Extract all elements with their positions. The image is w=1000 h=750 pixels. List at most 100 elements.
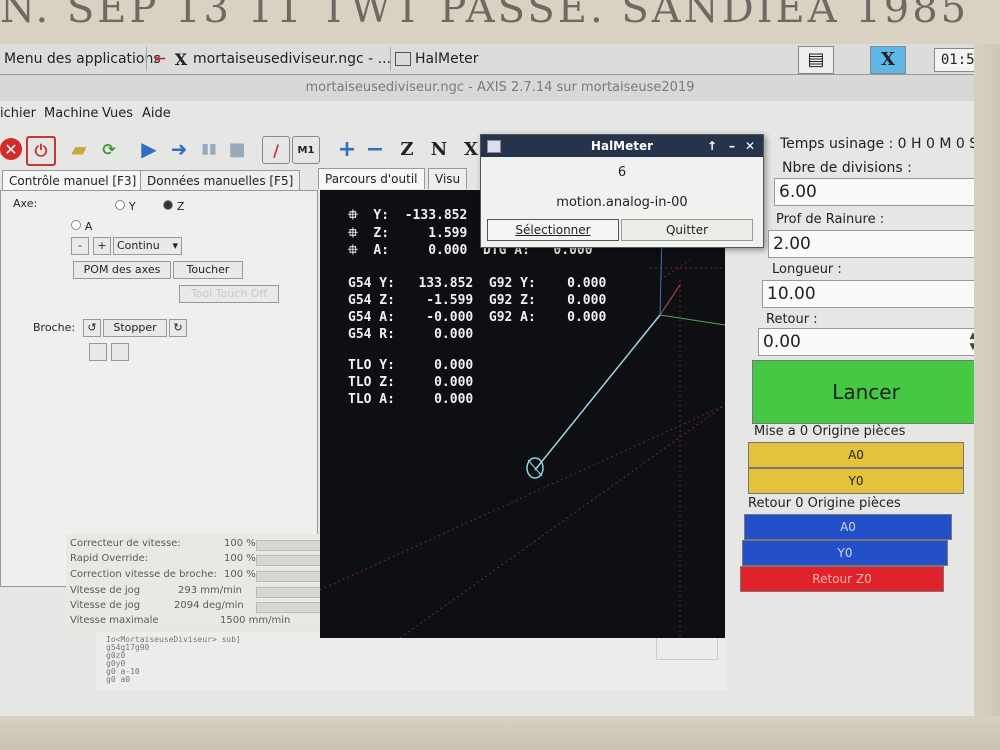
jog-plus-button[interactable]: + bbox=[93, 237, 111, 255]
window-icon bbox=[395, 52, 411, 66]
power-icon[interactable]: ⏻ bbox=[26, 136, 56, 166]
zoom-out-icon[interactable]: − bbox=[362, 136, 388, 162]
halmeter-titlebar[interactable]: HalMeter ↑ – ✕ bbox=[481, 135, 763, 157]
tab-mdi[interactable]: Données manuelles [F5] bbox=[140, 170, 301, 191]
printer-icon[interactable]: ▤ bbox=[798, 46, 834, 74]
jog-mode-value: Continu bbox=[117, 239, 160, 252]
length-spinbox[interactable]: 10.00▲▼ bbox=[762, 280, 992, 308]
tab-toolpath[interactable]: Parcours d'outil bbox=[318, 168, 425, 189]
machining-time: Temps usinage : 0 H 0 M 0 S bbox=[780, 136, 979, 152]
toolpath-canvas[interactable]: ⯐ Y: -133.852 ⯐ Z: 1.599 ⯐ A: 0.000 DTG … bbox=[320, 190, 725, 638]
view-rotated-z-icon[interactable]: N bbox=[426, 136, 452, 162]
quit-button[interactable]: Quitter bbox=[621, 219, 753, 241]
window-title: mortaiseusediviseur.ngc - AXIS 2.7.14 su… bbox=[0, 75, 1000, 101]
override-value: 100 % bbox=[224, 553, 256, 564]
radio-axis-a[interactable]: A bbox=[71, 219, 92, 233]
exit-icon: ⇤ bbox=[154, 51, 166, 67]
groove-depth-spinbox[interactable]: 2.00▲▼ bbox=[768, 230, 998, 258]
dro-g54-y: G54 Y: 133.852 G92 Y: 0.000 bbox=[348, 276, 607, 291]
zero-y-button[interactable]: Y0 bbox=[748, 468, 964, 494]
console-input[interactable] bbox=[656, 636, 718, 660]
optional-stop-icon[interactable]: M1 bbox=[292, 136, 320, 164]
estop-icon[interactable]: ✕ bbox=[0, 138, 22, 160]
return-z0-button[interactable]: Retour Z0 bbox=[740, 566, 944, 592]
divisions-value: 6.00 bbox=[779, 182, 817, 202]
photo-top-strip: N. SEP 13 11 TWT PASSE. SANDIEA 1985 bbox=[0, 0, 1000, 44]
applications-menu[interactable]: Menu des applications bbox=[4, 47, 161, 71]
radio-axis-z-label: Z bbox=[176, 200, 185, 213]
dro-tlo-z: TLO Z: 0.000 bbox=[348, 375, 474, 390]
handwritten-label: N. SEP 13 11 TWT PASSE. SANDIEA 1985 bbox=[0, 0, 970, 32]
override-row: Correction vitesse de broche: 100 % bbox=[70, 569, 256, 580]
block-delete-icon[interactable]: / bbox=[262, 136, 290, 164]
spindle-increase-button[interactable] bbox=[111, 343, 129, 361]
halmeter-value: 6 bbox=[617, 165, 627, 180]
launch-button[interactable]: Lancer bbox=[752, 360, 980, 424]
mdi-console[interactable]: Io<MortaiseuseDiviseur> sub] g54g17g90 g… bbox=[96, 632, 726, 690]
return-value: 0.00 bbox=[763, 332, 801, 352]
minimize-icon[interactable]: – bbox=[729, 135, 735, 157]
radio-axis-a-label: A bbox=[84, 220, 93, 233]
maximize-icon[interactable]: ↑ bbox=[707, 135, 717, 157]
run-icon[interactable]: ▶ bbox=[136, 136, 162, 162]
jog-mode-select[interactable]: Continu ▾ bbox=[113, 237, 182, 255]
applications-menu-label: Menu des applications bbox=[4, 51, 161, 67]
zoom-in-icon[interactable]: + bbox=[334, 136, 360, 162]
return-y0-button[interactable]: Y0 bbox=[742, 540, 948, 566]
spindle-decrease-button[interactable] bbox=[89, 343, 107, 361]
override-value: 100 % bbox=[224, 538, 256, 549]
menu-file[interactable]: ichier bbox=[0, 106, 36, 121]
taskbar-item-halmeter[interactable]: HalMeter bbox=[390, 47, 479, 71]
return-label: Retour : bbox=[766, 312, 818, 327]
view-z-icon[interactable]: Z bbox=[394, 136, 420, 162]
halmeter-window: HalMeter ↑ – ✕ 6 motion.analog-in-00 Sél… bbox=[480, 134, 764, 248]
menu-help[interactable]: Aide bbox=[142, 106, 171, 121]
tab-manual-control[interactable]: Contrôle manuel [F3] bbox=[2, 170, 144, 191]
radio-axis-z[interactable]: Z bbox=[163, 199, 184, 213]
taskbar-item-axis[interactable]: ⇤ X mortaiseusediviseur.ngc - ... bbox=[146, 47, 391, 71]
dro-tlo-y: TLO Y: 0.000 bbox=[348, 358, 474, 373]
home-marker-icon: ⯐ bbox=[348, 243, 358, 258]
radio-axis-y[interactable]: Y bbox=[115, 199, 136, 213]
stop-icon[interactable]: ■ bbox=[224, 136, 250, 162]
override-panel: Correcteur de vitesse: 100 % Rapid Overri… bbox=[66, 534, 346, 626]
override-label: Correcteur de vitesse: bbox=[70, 538, 181, 549]
console-line: g0 a0 bbox=[106, 675, 131, 684]
open-folder-icon[interactable]: ▰ bbox=[66, 136, 92, 162]
pause-icon[interactable]: ▮▮ bbox=[196, 136, 222, 162]
divisions-spinbox[interactable]: 6.00▲▼ bbox=[774, 178, 1000, 206]
step-icon[interactable]: ➜ bbox=[166, 136, 192, 162]
taskbar-item-axis-label: mortaiseusediviseur.ngc - ... bbox=[193, 51, 392, 67]
groove-depth-label: Prof de Rainure : bbox=[776, 212, 885, 227]
console-line: g0z0 bbox=[106, 651, 126, 660]
override-label: Correction vitesse de broche: bbox=[70, 569, 217, 580]
menubar: ichier Machine Vues Aide bbox=[0, 102, 1000, 126]
return-a0-button[interactable]: A0 bbox=[744, 514, 952, 540]
override-label: Vitesse maximale bbox=[70, 615, 159, 626]
touch-off-button[interactable]: Toucher bbox=[173, 261, 243, 279]
home-marker-icon: ⯐ bbox=[348, 226, 358, 241]
spindle-ccw-icon[interactable]: ↺ bbox=[83, 319, 101, 337]
home-axes-button[interactable]: POM des axes bbox=[73, 261, 171, 279]
dro-g54-r: G54 R: 0.000 bbox=[348, 327, 474, 342]
tab-visu[interactable]: Visu bbox=[428, 168, 468, 189]
menu-machine[interactable]: Machine bbox=[44, 106, 98, 121]
reload-icon[interactable]: ⟳ bbox=[96, 136, 122, 162]
zero-a-button[interactable]: A0 bbox=[748, 442, 964, 468]
override-row: Vitesse de jog 293 mm/min bbox=[70, 585, 242, 596]
x-tray-icon[interactable]: X bbox=[870, 46, 906, 74]
dro-z: Z: 1.599 bbox=[357, 226, 468, 241]
select-button[interactable]: Sélectionner bbox=[487, 219, 619, 241]
halmeter-pin: motion.analog-in-00 bbox=[556, 195, 688, 210]
spindle-cw-icon[interactable]: ↻ bbox=[169, 319, 187, 337]
menu-views[interactable]: Vues bbox=[102, 106, 133, 121]
return-spinbox[interactable]: 0.00 ▲ ▼ bbox=[758, 328, 982, 356]
dro-y: Y: -133.852 bbox=[357, 208, 468, 223]
taskbar-item-halmeter-label: HalMeter bbox=[415, 51, 479, 67]
tool-touch-off-button[interactable]: Tool Touch Off bbox=[179, 285, 279, 303]
manual-control-panel: Axe: Y Z A - + Continu ▾ POM des axes Tou… bbox=[0, 190, 318, 587]
spindle-stop-button[interactable]: Stopper bbox=[103, 319, 167, 337]
jog-minus-button[interactable]: - bbox=[71, 237, 89, 255]
return-origin-label: Retour 0 Origine pièces bbox=[748, 496, 901, 511]
zero-origin-label: Mise a 0 Origine pièces bbox=[754, 424, 906, 439]
